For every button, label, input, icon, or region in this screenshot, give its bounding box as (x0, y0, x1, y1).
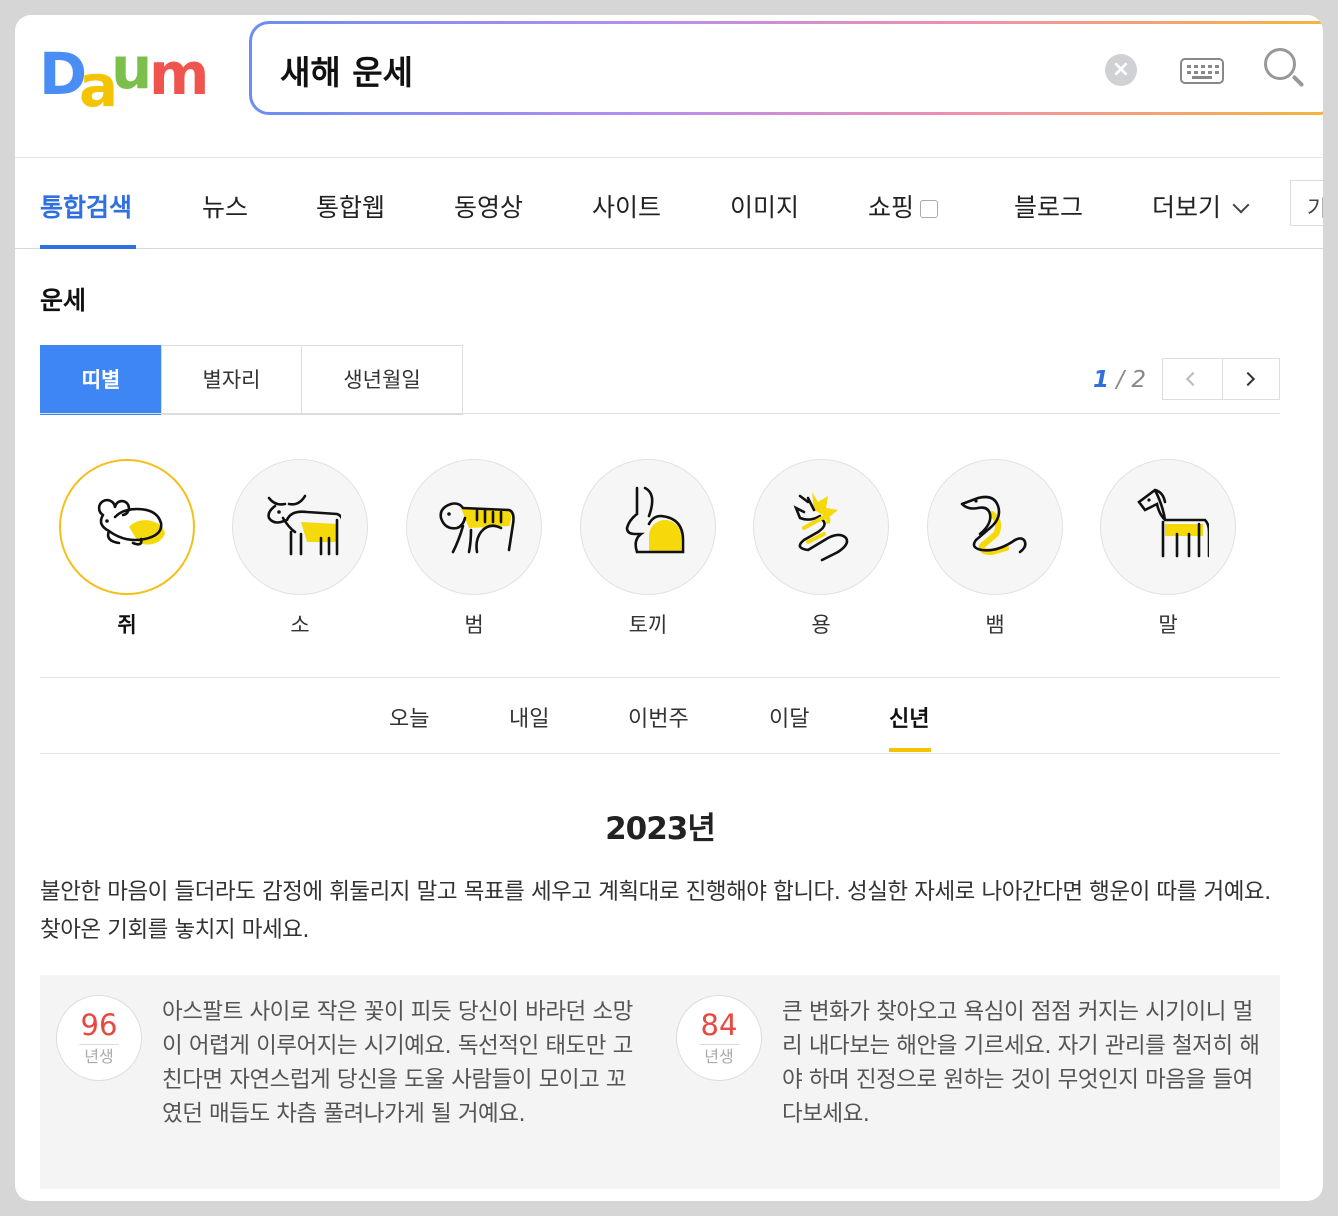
chevron-right-icon (1240, 371, 1256, 387)
next-page-button[interactable] (1222, 359, 1280, 399)
rat-icon (97, 498, 165, 546)
zodiac-tiger[interactable]: 범 (406, 459, 542, 639)
zodiac-label: 용 (811, 613, 831, 637)
zodiac-dragon[interactable]: 용 (753, 459, 889, 639)
birth-year-number: 96 (80, 1008, 118, 1042)
period-filter-button[interactable]: 기간 (1290, 180, 1323, 226)
tab-news[interactable]: 뉴스 (202, 188, 248, 224)
tab-blog[interactable]: 블로그 (1014, 188, 1083, 224)
rabbit-icon (625, 486, 685, 554)
chevron-down-icon (1232, 196, 1250, 214)
clear-icon[interactable]: × (1105, 54, 1137, 86)
zodiac-label: 말 (1158, 613, 1178, 637)
chevron-left-icon (1185, 371, 1201, 387)
keyboard-icon[interactable] (1180, 58, 1224, 84)
active-period-indicator (889, 748, 931, 752)
tab-more-label: 더보기 (1152, 193, 1222, 222)
horse-icon (1137, 488, 1209, 558)
zodiac-label: 범 (464, 613, 484, 637)
search-input[interactable]: 새해 운세 (280, 46, 413, 94)
window-edge (1323, 0, 1338, 1216)
subtab-divider (40, 413, 1280, 414)
subtab-zodiac-animal[interactable]: 띠별 (40, 345, 162, 415)
period-tabs-top-divider (40, 677, 1280, 678)
period-tab-new-year[interactable]: 신년 (889, 701, 929, 733)
birth-year-badge: 96 년생 (56, 995, 142, 1081)
zodiac-ox-circle (232, 459, 368, 595)
active-tab-indicator (40, 245, 136, 249)
fortune-summary: 불안한 마음이 들더라도 감정에 휘둘리지 말고 목표를 세우고 계획대로 진행… (40, 879, 1271, 943)
zodiac-label: 쥐 (117, 613, 137, 637)
zodiac-rat[interactable]: 쥐 (59, 459, 195, 639)
tiger-icon (439, 502, 515, 554)
period-tab-today[interactable]: 오늘 (389, 701, 429, 733)
daum-logo[interactable]: D a u m (39, 34, 211, 115)
logo-letter-m: m (149, 40, 210, 108)
subtab-birthdate[interactable]: 생년월일 (301, 345, 463, 415)
birth-year-text: 큰 변화가 찾아오고 욕심이 점점 커지는 시기이니 멀리 내다보는 해안을 기… (782, 999, 1260, 1127)
birth-year-number: 84 (700, 1008, 738, 1042)
period-tab-this-month[interactable]: 이달 (769, 701, 809, 733)
prev-page-button[interactable] (1163, 359, 1221, 399)
search-tabs: 통합검색 뉴스 통합웹 동영상 사이트 이미지 쇼핑 블로그 더보기 기간 (15, 157, 1323, 249)
tab-more[interactable]: 더보기 (1152, 188, 1250, 224)
birth-year-badge: 84 년생 (676, 995, 762, 1081)
zodiac-snake-circle (927, 459, 1063, 595)
snake-icon (960, 495, 1027, 556)
zodiac-dragon-circle (753, 459, 889, 595)
period-tab-this-week[interactable]: 이번주 (628, 701, 689, 733)
tab-video[interactable]: 동영상 (454, 188, 523, 224)
period-tabs-bottom-divider (40, 753, 1280, 754)
section-title: 운세 (40, 286, 87, 315)
tab-shopping[interactable]: 쇼핑 (868, 188, 939, 224)
birth-year-unit: 년생 (704, 1047, 734, 1066)
tab-site[interactable]: 사이트 (592, 188, 661, 224)
tab-web[interactable]: 통합웹 (316, 188, 385, 224)
birth-year-text: 아스팔트 사이로 작은 꽃이 피듯 당신이 바라던 소망이 어렵게 이루어지는 … (162, 999, 633, 1127)
zodiac-horse-circle (1100, 459, 1236, 595)
zodiac-snake[interactable]: 뱀 (927, 459, 1063, 639)
subtab-constellation[interactable]: 별자리 (161, 345, 302, 415)
zodiac-tiger-circle (406, 459, 542, 595)
zodiac-label: 소 (290, 613, 310, 637)
pager-current: 1 (1093, 367, 1110, 393)
zodiac-rabbit[interactable]: 토끼 (580, 459, 716, 639)
zodiac-ox[interactable]: 소 (232, 459, 368, 639)
search-results-card: D a u m 새해 운세 × 통합검색 뉴스 통합웹 동영상 사이트 이미지 … (15, 15, 1323, 1201)
zodiac-rabbit-circle (580, 459, 716, 595)
tab-integrated[interactable]: 통합검색 (40, 188, 132, 224)
pager-buttons (1162, 358, 1280, 400)
birth-year-unit: 년생 (84, 1047, 114, 1066)
dragon-icon (793, 492, 849, 562)
search-icon[interactable] (1264, 48, 1306, 92)
zodiac-label: 토끼 (628, 613, 668, 637)
external-link-icon (920, 200, 939, 218)
tab-shopping-label: 쇼핑 (868, 193, 915, 222)
zodiac-label: 뱀 (985, 613, 1005, 637)
logo-letter-u: u (111, 34, 153, 102)
pager-total: 2 (1131, 367, 1147, 393)
pager-indicator: 1 / 2 (1093, 367, 1147, 393)
period-tab-tomorrow[interactable]: 내일 (509, 701, 549, 733)
fortune-year: 2023년 (605, 811, 716, 847)
fortune-by-year: 96 년생 아스팔트 사이로 작은 꽃이 피듯 당신이 바라던 소망이 어렵게 … (40, 975, 1280, 1189)
zodiac-rat-circle (59, 459, 195, 595)
tab-image[interactable]: 이미지 (730, 188, 799, 224)
search-box: 새해 운세 × (249, 21, 1323, 115)
header: D a u m 새해 운세 × (15, 15, 1323, 157)
zodiac-horse[interactable]: 말 (1100, 459, 1236, 639)
ox-icon (267, 494, 341, 556)
